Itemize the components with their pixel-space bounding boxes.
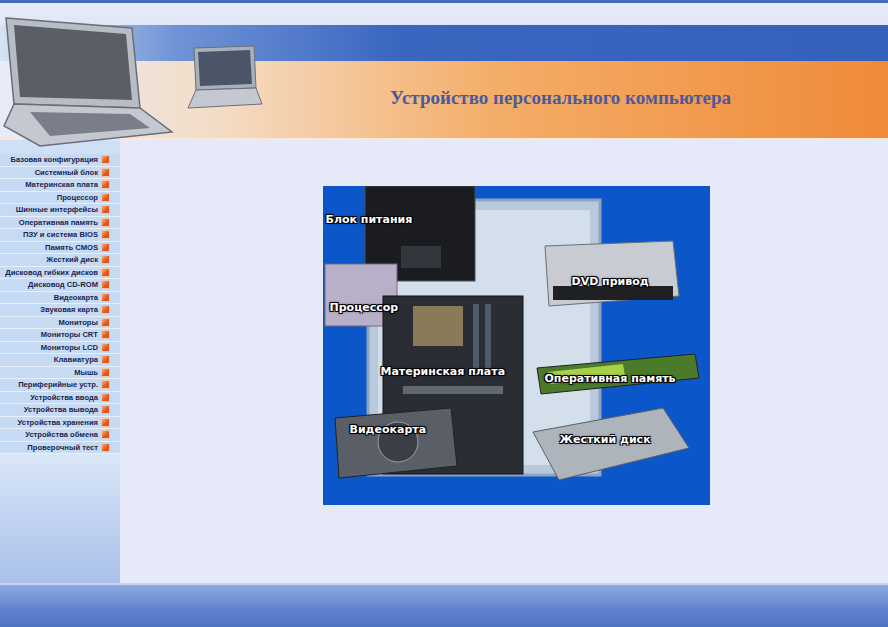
sidebar-item[interactable]: Мониторы [0, 317, 120, 330]
arrow-icon [101, 305, 110, 314]
ram-icon [537, 354, 699, 394]
sidebar-item[interactable]: Мышь [0, 367, 120, 380]
sidebar-item-label: Мониторы CRT [41, 329, 98, 340]
video-card-icon [335, 408, 457, 478]
sidebar-item-label: Проверочный тест [27, 442, 98, 453]
arrow-icon [101, 355, 110, 364]
sidebar-item-label: Звуковая карта [40, 304, 98, 315]
main-content: Блок питания DVD привод Процессор Материнск… [120, 140, 888, 583]
sidebar-item-label: Процессор [57, 192, 98, 203]
sidebar-item[interactable]: Шинные интерфейсы [0, 204, 120, 217]
arrow-icon [101, 405, 110, 414]
sidebar-item[interactable]: Оперативная память [0, 217, 120, 230]
sidebar-item[interactable]: Процессор [0, 192, 120, 205]
sidebar-item-label: Дисковод гибких дисков [5, 267, 98, 278]
header: Устройство персонального компьютера [0, 0, 888, 140]
sidebar-item-label: Память CMOS [45, 242, 98, 253]
sidebar-item[interactable]: Клавиатура [0, 354, 120, 367]
sidebar-item[interactable]: Мониторы CRT [0, 329, 120, 342]
component-label: Оперативная память [545, 372, 676, 385]
sidebar-item-label: Мониторы [58, 317, 98, 328]
arrow-icon [101, 318, 110, 327]
arrow-icon [101, 193, 110, 202]
component-label: Процессор [330, 301, 399, 314]
arrow-icon [101, 280, 110, 289]
arrow-icon [101, 255, 110, 264]
arrow-icon [101, 380, 110, 389]
sidebar-item-label: Жесткий диск [46, 254, 98, 265]
big-laptop-icon [4, 18, 172, 146]
sidebar-item[interactable]: Базовая конфигурация [0, 154, 120, 167]
arrow-icon [101, 418, 110, 427]
pc-components-figure: Блок питания DVD привод Процессор Материнск… [323, 186, 710, 505]
sidebar-item-label: Устройства обмена [25, 429, 98, 440]
arrow-icon [101, 205, 110, 214]
sidebar-item[interactable]: Мониторы LCD [0, 342, 120, 355]
content-row: Базовая конфигурация Системный блок Мате… [0, 140, 888, 583]
header-top-strip [0, 0, 888, 25]
small-laptop-icon [188, 46, 262, 108]
dvd-drive-icon [545, 241, 679, 306]
arrow-icon [101, 268, 110, 277]
arrow-icon [101, 218, 110, 227]
sidebar-item[interactable]: Устройства обмена [0, 429, 120, 442]
sidebar-item[interactable]: Жесткий диск [0, 254, 120, 267]
sidebar-item[interactable]: ПЗУ и система BIOS [0, 229, 120, 242]
sidebar-item-label: Мышь [74, 367, 98, 378]
sidebar-item[interactable]: Периферийные устр. [0, 379, 120, 392]
page: Устройство персонального компьютера Базо… [0, 0, 888, 627]
sidebar-item-label: Видеокарта [54, 292, 98, 303]
arrow-icon [101, 168, 110, 177]
arrow-icon [101, 180, 110, 189]
sidebar-item[interactable]: Устройства ввода [0, 392, 120, 405]
component-label: Блок питания [326, 213, 413, 226]
sidebar-item[interactable]: Устройства хранения [0, 417, 120, 430]
sidebar-item-label: Оперативная память [19, 217, 98, 228]
laptops-icon [0, 0, 270, 155]
arrow-icon [101, 155, 110, 164]
arrow-icon [101, 443, 110, 452]
arrow-icon [101, 393, 110, 402]
sidebar-item-label: Устройства хранения [17, 417, 98, 428]
sidebar-item-label: Дисковод CD-ROM [28, 279, 98, 290]
component-label: Жесткий диск [560, 433, 651, 446]
arrow-icon [101, 243, 110, 252]
sidebar-item-label: Периферийные устр. [18, 379, 98, 390]
sidebar-item[interactable]: Устройства вывода [0, 404, 120, 417]
sidebar: Базовая конфигурация Системный блок Мате… [0, 140, 120, 583]
sidebar-item-label: Клавиатура [54, 354, 98, 365]
sidebar-item[interactable]: Дисковод CD-ROM [0, 279, 120, 292]
sidebar-item-label: Материнская плата [25, 179, 98, 190]
arrow-icon [101, 230, 110, 239]
sidebar-item-label: Мониторы LCD [41, 342, 98, 353]
arrow-icon [101, 293, 110, 302]
sidebar-item[interactable]: Материнская плата [0, 179, 120, 192]
arrow-icon [101, 430, 110, 439]
footer [0, 583, 888, 627]
component-label: Материнская плата [381, 365, 506, 378]
sidebar-item-label: Базовая конфигурация [11, 154, 98, 165]
sidebar-item-label: ПЗУ и система BIOS [23, 229, 98, 240]
sidebar-item-label: Шинные интерфейсы [16, 204, 98, 215]
sidebar-item-label: Устройства вывода [24, 404, 98, 415]
sidebar-item[interactable]: Память CMOS [0, 242, 120, 255]
arrow-icon [101, 330, 110, 339]
component-label: Видеокарта [350, 423, 427, 436]
sidebar-item[interactable]: Проверочный тест [0, 442, 120, 455]
component-label: DVD привод [572, 275, 649, 288]
sidebar-item[interactable]: Системный блок [0, 167, 120, 180]
sidebar-item-label: Устройства ввода [30, 392, 98, 403]
page-title: Устройство персонального компьютера [390, 87, 731, 109]
arrow-icon [101, 343, 110, 352]
sidebar-item-label: Системный блок [35, 167, 98, 178]
sidebar-item[interactable]: Дисковод гибких дисков [0, 267, 120, 280]
sidebar-menu: Базовая конфигурация Системный блок Мате… [0, 154, 120, 454]
sidebar-item[interactable]: Звуковая карта [0, 304, 120, 317]
hard-disk-icon [533, 408, 689, 480]
arrow-icon [101, 368, 110, 377]
sidebar-item[interactable]: Видеокарта [0, 292, 120, 305]
pc-components-icon [323, 186, 710, 505]
